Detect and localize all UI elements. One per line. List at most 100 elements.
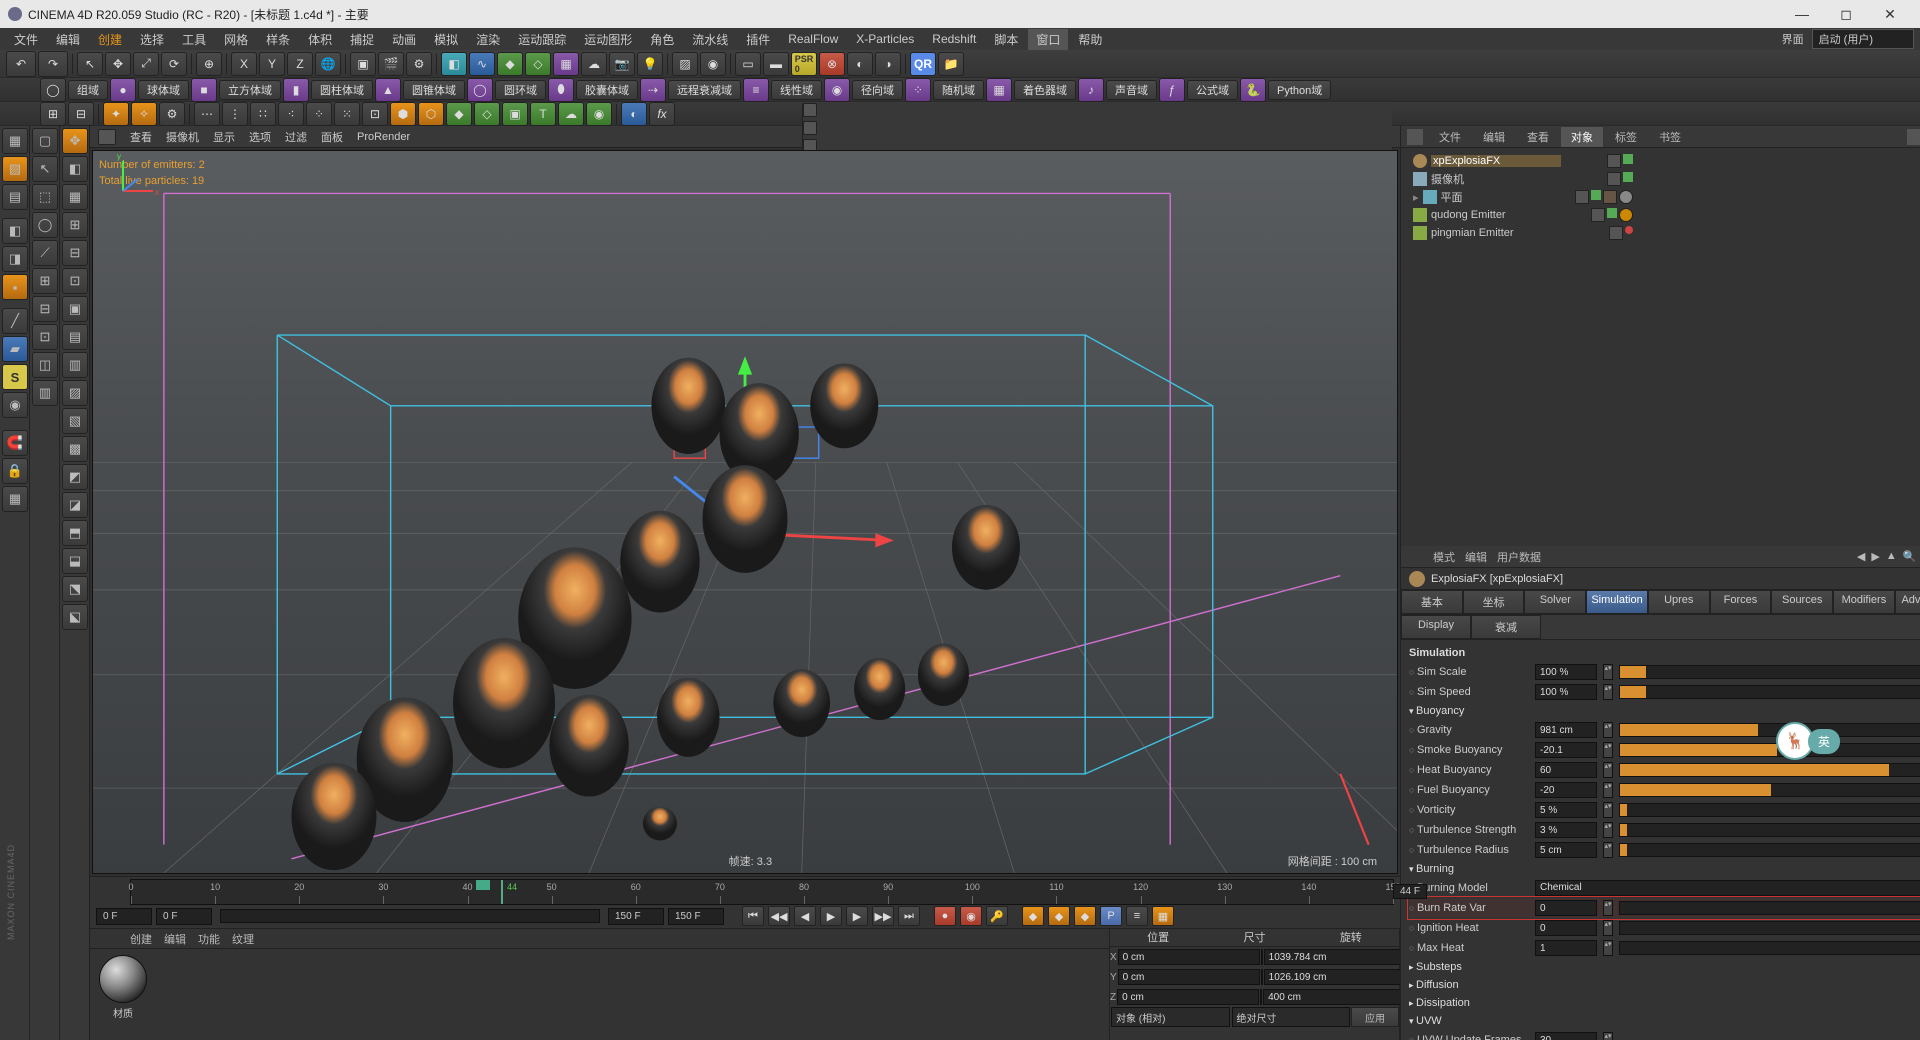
menu-create[interactable]: 创建: [90, 29, 130, 50]
qr-button[interactable]: QR: [910, 52, 936, 76]
am-nav-up[interactable]: ▲: [1886, 550, 1897, 563]
field-icon-12[interactable]: ♪: [1078, 78, 1104, 102]
spinner-turb_str[interactable]: ▴▾: [1603, 822, 1613, 838]
k5-button[interactable]: ≡: [1126, 906, 1148, 926]
snap-enable[interactable]: 🧲: [2, 430, 28, 456]
menu-edit[interactable]: 编辑: [48, 29, 88, 50]
lt3-5[interactable]: ⊡: [62, 268, 88, 294]
field-radial[interactable]: 径向域: [852, 80, 903, 100]
slider-gravity[interactable]: [1619, 723, 1920, 737]
dropdown-burning-model[interactable]: Chemical: [1535, 880, 1920, 896]
atab-advection[interactable]: Advection: [1895, 590, 1920, 614]
field-cone[interactable]: 圆锥体域: [403, 80, 465, 100]
menu-script[interactable]: 脚本: [986, 29, 1026, 50]
spinner[interactable]: [1261, 949, 1263, 965]
k3-button[interactable]: ◆: [1074, 906, 1096, 926]
select-tool[interactable]: ↖: [77, 52, 103, 76]
field-icon-2[interactable]: ■: [191, 78, 217, 102]
field-cylinder[interactable]: 圆柱体域: [311, 80, 373, 100]
misc-button[interactable]: ◐: [847, 52, 873, 76]
spinner-gravity[interactable]: ▴▾: [1603, 722, 1613, 738]
vp-tab-panel[interactable]: 面板: [321, 129, 343, 145]
field-icon-6[interactable]: ⬮: [548, 78, 574, 102]
om-tab-tags[interactable]: 标签: [1605, 127, 1647, 147]
group-buoyancy[interactable]: Buoyancy: [1409, 702, 1920, 720]
am-search-icon[interactable]: 🔍: [1903, 550, 1917, 563]
field-torus[interactable]: 圆环域: [495, 80, 546, 100]
lt3-11[interactable]: ▩: [62, 436, 88, 462]
axis-z-button[interactable]: Z: [287, 52, 313, 76]
lt3-2[interactable]: ▦: [62, 184, 88, 210]
slider-vorticity[interactable]: [1619, 803, 1920, 817]
am-nav-back[interactable]: ◀: [1857, 550, 1865, 563]
vp-tab-display[interactable]: 显示: [213, 129, 235, 145]
xp-btn-14[interactable]: ◆: [446, 102, 472, 126]
om-icon[interactable]: [1407, 129, 1423, 145]
lt3-14[interactable]: ⬒: [62, 520, 88, 546]
timeline-playhead[interactable]: [501, 880, 503, 904]
timeline-marker[interactable]: [476, 880, 490, 890]
am-nav-fwd[interactable]: ▶: [1871, 550, 1879, 563]
field-icon-3[interactable]: ▮: [283, 78, 309, 102]
xp-btn-17[interactable]: T: [530, 102, 556, 126]
field-python[interactable]: Python域: [1268, 80, 1331, 100]
mode-model[interactable]: ▦: [2, 128, 28, 154]
om-tab-edit[interactable]: 编辑: [1473, 127, 1515, 147]
mode-tweak[interactable]: ◉: [2, 392, 28, 418]
value-vorticity[interactable]: [1535, 802, 1597, 818]
value-gravity[interactable]: [1535, 722, 1597, 738]
field-random[interactable]: 随机域: [933, 80, 984, 100]
om-search-icon[interactable]: [1907, 129, 1920, 145]
field-icon-1[interactable]: ●: [110, 78, 136, 102]
field-group[interactable]: 组域: [68, 80, 108, 100]
om-tab-object[interactable]: 对象: [1561, 127, 1603, 147]
slider-smoke_buoy[interactable]: [1619, 743, 1920, 757]
field-icon-5[interactable]: ◯: [467, 78, 493, 102]
om-tab-bookmark[interactable]: 书签: [1649, 127, 1691, 147]
play-button[interactable]: ▶: [820, 906, 842, 926]
k6-button[interactable]: ▦: [1152, 906, 1174, 926]
visible-tag[interactable]: [1623, 154, 1633, 164]
undo-button[interactable]: ↶: [6, 51, 36, 77]
slider-fuel_buoy[interactable]: [1619, 783, 1920, 797]
render-button[interactable]: ▣: [350, 52, 376, 76]
slider-turb_rad[interactable]: [1619, 843, 1920, 857]
xp-btn-6[interactable]: ⋮: [222, 102, 248, 126]
lt3-3[interactable]: ⊞: [62, 212, 88, 238]
lt3-1[interactable]: ◧: [62, 156, 88, 182]
menu-volume[interactable]: 体积: [300, 29, 340, 50]
coord-pos-X[interactable]: [1118, 949, 1260, 965]
mode-workplane[interactable]: ▤: [2, 184, 28, 210]
obj-row-explosiafx[interactable]: xpExplosiaFX: [1405, 152, 1920, 170]
coord-pos-Y[interactable]: [1118, 969, 1260, 985]
k1-button[interactable]: ◆: [1022, 906, 1044, 926]
menu-plugins[interactable]: 插件: [738, 29, 778, 50]
menu-select[interactable]: 选择: [132, 29, 172, 50]
timeline-ruler[interactable]: 0102030405060708090100110120130140150 44…: [130, 879, 1394, 905]
recent-tool[interactable]: ⊕: [196, 52, 222, 76]
vp-tab-filter[interactable]: 过滤: [285, 129, 307, 145]
lt2-5[interactable]: ⊞: [32, 268, 58, 294]
field-icon-7[interactable]: ⇢: [640, 78, 666, 102]
field-capsule[interactable]: 胶囊体域: [576, 80, 638, 100]
obj-row-plane[interactable]: ▸ 平面: [1405, 188, 1920, 206]
lt3-10[interactable]: ▧: [62, 408, 88, 434]
menu-mograph[interactable]: 运动图形: [576, 29, 640, 50]
next-frame-button[interactable]: ▶: [846, 906, 868, 926]
vp-tab-view[interactable]: 查看: [130, 129, 152, 145]
menu-mesh[interactable]: 网格: [216, 29, 256, 50]
layout-dropdown[interactable]: 启动 (用户): [1812, 29, 1914, 49]
lt2-1[interactable]: ↖: [32, 156, 58, 182]
xp-btn-10[interactable]: ⁙: [334, 102, 360, 126]
om-tab-file[interactable]: 文件: [1429, 127, 1471, 147]
layer-tag[interactable]: [1609, 226, 1623, 240]
am-tab-userdata[interactable]: 用户数据: [1497, 549, 1541, 565]
group-uvw[interactable]: UVW: [1409, 1012, 1920, 1030]
menu-redshift[interactable]: Redshift: [924, 30, 984, 48]
content-browser-button[interactable]: 📁: [938, 52, 964, 76]
k4-button[interactable]: P: [1100, 906, 1122, 926]
slider-max_heat[interactable]: [1619, 941, 1920, 955]
field-sound[interactable]: 声音域: [1106, 80, 1157, 100]
xp-btn-7[interactable]: ∷: [250, 102, 276, 126]
maximize-button[interactable]: ◻: [1824, 0, 1868, 28]
